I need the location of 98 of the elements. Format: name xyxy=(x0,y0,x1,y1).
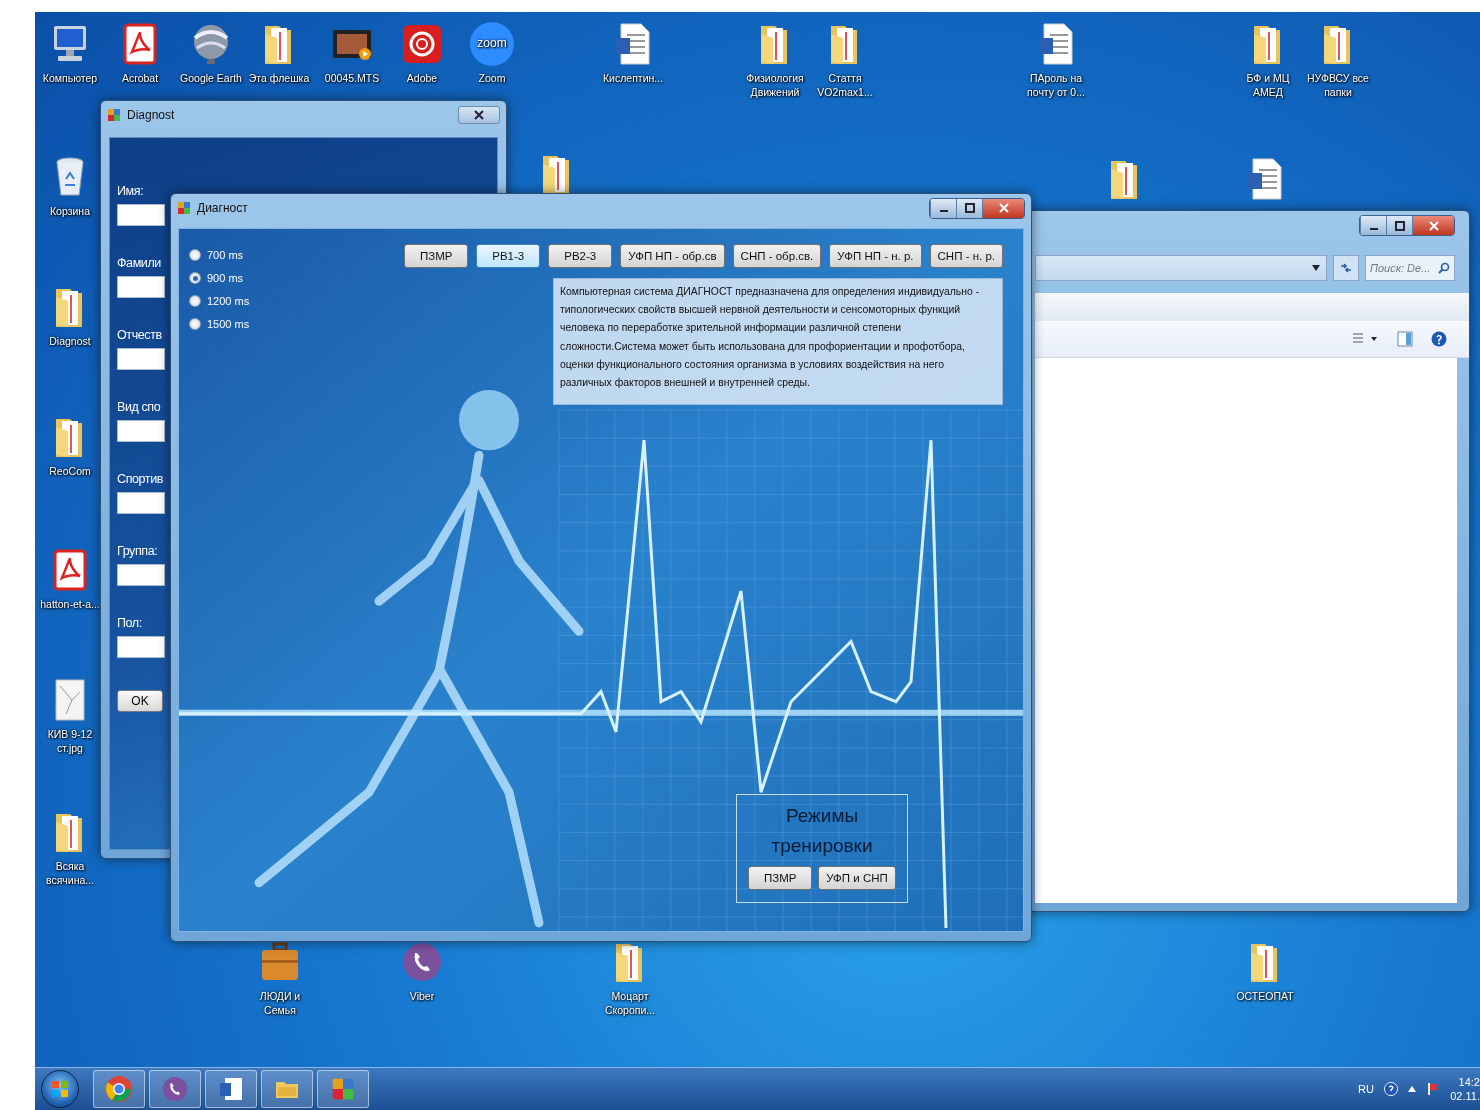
maximize-icon xyxy=(1394,220,1405,231)
refresh-button[interactable] xyxy=(1333,255,1359,281)
test-button[interactable]: СНП - обр.св. xyxy=(732,244,822,268)
input-field[interactable] xyxy=(117,204,165,226)
windows-logo-icon xyxy=(51,1080,69,1098)
help-icon[interactable] xyxy=(1384,1082,1398,1096)
zoom-logo-icon: zoom xyxy=(470,22,514,66)
document-icon xyxy=(217,1075,245,1103)
radio-option[interactable]: 1200 ms xyxy=(189,295,250,307)
window-title: Diagnost xyxy=(127,108,176,122)
view-options-icon[interactable] xyxy=(1353,333,1379,345)
maximize-icon xyxy=(964,203,975,213)
minimize-icon xyxy=(1369,227,1378,230)
desktop-shortcut[interactable]: Diagnost xyxy=(39,285,101,349)
taskbar-app-button[interactable] xyxy=(205,1070,257,1108)
desktop-shortcut[interactable]: Google Earth xyxy=(180,22,242,86)
app-icon xyxy=(177,201,191,215)
viber-icon xyxy=(161,1075,189,1103)
clock-date[interactable]: 02.11. xyxy=(1450,1090,1480,1102)
desktop-shortcut[interactable]: Физиология Движений xyxy=(744,22,806,100)
flag-icon[interactable] xyxy=(1426,1082,1440,1096)
training-group: Режимы тренировки ПЗМР УФП и СНП xyxy=(736,794,908,903)
desktop-shortcut[interactable]: НУФВСУ все папки xyxy=(1307,22,1369,100)
desktop-shortcut[interactable]: ОСТЕОПАТ xyxy=(1234,940,1296,1004)
test-button[interactable]: ПЗМР xyxy=(404,244,469,268)
desktop-shortcut[interactable]: Эта флешка xyxy=(248,22,310,86)
desktop-shortcut[interactable]: Viber xyxy=(391,940,453,1004)
close-icon xyxy=(998,203,1009,213)
desktop-shortcut[interactable]: zoom Zoom xyxy=(461,22,523,86)
window-title: Диагност xyxy=(197,201,249,215)
start-button[interactable] xyxy=(41,1070,79,1108)
desktop-shortcut[interactable]: ReoCom xyxy=(39,415,101,479)
search-input[interactable]: Поиск: De... xyxy=(1370,262,1436,274)
language-indicator[interactable]: RU xyxy=(1358,1083,1374,1095)
radio-option[interactable]: 1500 ms xyxy=(189,318,250,330)
chrome-icon xyxy=(105,1075,133,1103)
refresh-icon xyxy=(1339,261,1353,275)
field-label: Группа: xyxy=(117,544,158,558)
input-field[interactable] xyxy=(117,348,165,370)
test-button[interactable]: РВ1-3 xyxy=(476,244,541,268)
radio-option[interactable]: 900 ms xyxy=(189,272,250,284)
taskbar-app-button[interactable] xyxy=(93,1070,145,1108)
taskbar-app-button[interactable] xyxy=(261,1070,313,1108)
desktop-shortcut[interactable]: Корзина xyxy=(39,155,101,219)
field-label: Спортив xyxy=(117,472,163,486)
search-icon xyxy=(1438,262,1450,274)
field-label: Имя: xyxy=(117,184,144,198)
test-button[interactable]: УФП НП - н. р. xyxy=(829,244,922,268)
radio-option[interactable]: 700 ms xyxy=(189,249,250,261)
clock-time[interactable]: 14:2 xyxy=(1458,1076,1480,1088)
maximize-button[interactable] xyxy=(1386,216,1412,235)
help-icon[interactable] xyxy=(1431,331,1447,347)
training-button[interactable]: ПЗМР xyxy=(748,866,813,890)
viber-icon xyxy=(400,940,444,984)
dropdown-caret-icon xyxy=(1312,265,1320,271)
desktop-shortcut[interactable]: Всяка всячина... xyxy=(39,810,101,888)
close-icon xyxy=(474,110,484,120)
close-button[interactable] xyxy=(982,198,1024,218)
preview-pane-icon[interactable] xyxy=(1397,331,1413,347)
desktop-shortcut[interactable]: hatton-et-a... xyxy=(39,548,101,612)
test-button[interactable]: РВ2-3 xyxy=(548,244,613,268)
desktop-shortcut[interactable]: Компьютер xyxy=(39,22,101,86)
app-icon xyxy=(107,108,121,122)
up-arrow-icon[interactable] xyxy=(1408,1085,1416,1093)
desktop-shortcut[interactable]: Кислептин... xyxy=(602,22,664,86)
input-field[interactable] xyxy=(117,492,165,514)
description-text: Компьютерная система ДИАГНОСТ предназначена для определения индивидуально - типологических свойств высшей нервной деятельности и сенсомоторных функций человека по переработке зрительной информации различной степени сложности.Система может быть использована для профориентации и профотбора, оценки функционального состояния организма в условиях воздействия на него различных факторов внешней и внутренней среды. xyxy=(553,278,1003,406)
minimize-button[interactable] xyxy=(930,198,956,218)
desktop-shortcut[interactable]: ЛЮДИ и Семья xyxy=(249,940,311,1018)
test-button[interactable]: УФП НП - обр.св xyxy=(620,244,725,268)
desktop-shortcut[interactable]: БФ и МЦ АМЕД xyxy=(1237,22,1299,100)
desktop-shortcut[interactable]: КИВ 9-12 ст.jpg xyxy=(39,678,101,756)
input-field[interactable] xyxy=(117,276,165,298)
app-logo-icon xyxy=(400,22,444,66)
desktop-shortcut[interactable]: Adobe xyxy=(391,22,453,86)
input-field[interactable] xyxy=(117,636,165,658)
taskbar-app-button[interactable] xyxy=(317,1070,369,1108)
minimize-icon xyxy=(939,210,948,212)
field-label: Пол: xyxy=(117,616,142,630)
app-icon xyxy=(331,1077,355,1101)
minimize-button[interactable] xyxy=(1360,216,1386,235)
desktop-shortcut[interactable]: Acrobat xyxy=(109,22,171,86)
test-button[interactable]: СНП - н. р. xyxy=(929,244,1003,268)
field-label: Вид спо xyxy=(117,400,161,414)
search-field[interactable]: Поиск: De... xyxy=(1365,255,1455,281)
close-icon xyxy=(1428,220,1439,231)
training-button[interactable]: УФП и СНП xyxy=(818,866,896,890)
desktop-shortcut[interactable]: Стаття VO2max1... xyxy=(814,22,876,100)
input-field[interactable] xyxy=(117,420,165,442)
desktop-shortcut[interactable]: 00045.MTS xyxy=(321,22,383,86)
field-label: Фамили xyxy=(117,256,161,270)
field-label: Отчеств xyxy=(117,328,162,342)
desktop-shortcut[interactable]: ПАроль на почту от 0... xyxy=(1025,22,1087,100)
ok-button[interactable]: OK xyxy=(117,690,163,712)
taskbar-app-button[interactable] xyxy=(149,1070,201,1108)
close-button[interactable] xyxy=(458,106,500,124)
maximize-button[interactable] xyxy=(956,198,982,218)
input-field[interactable] xyxy=(117,564,165,586)
